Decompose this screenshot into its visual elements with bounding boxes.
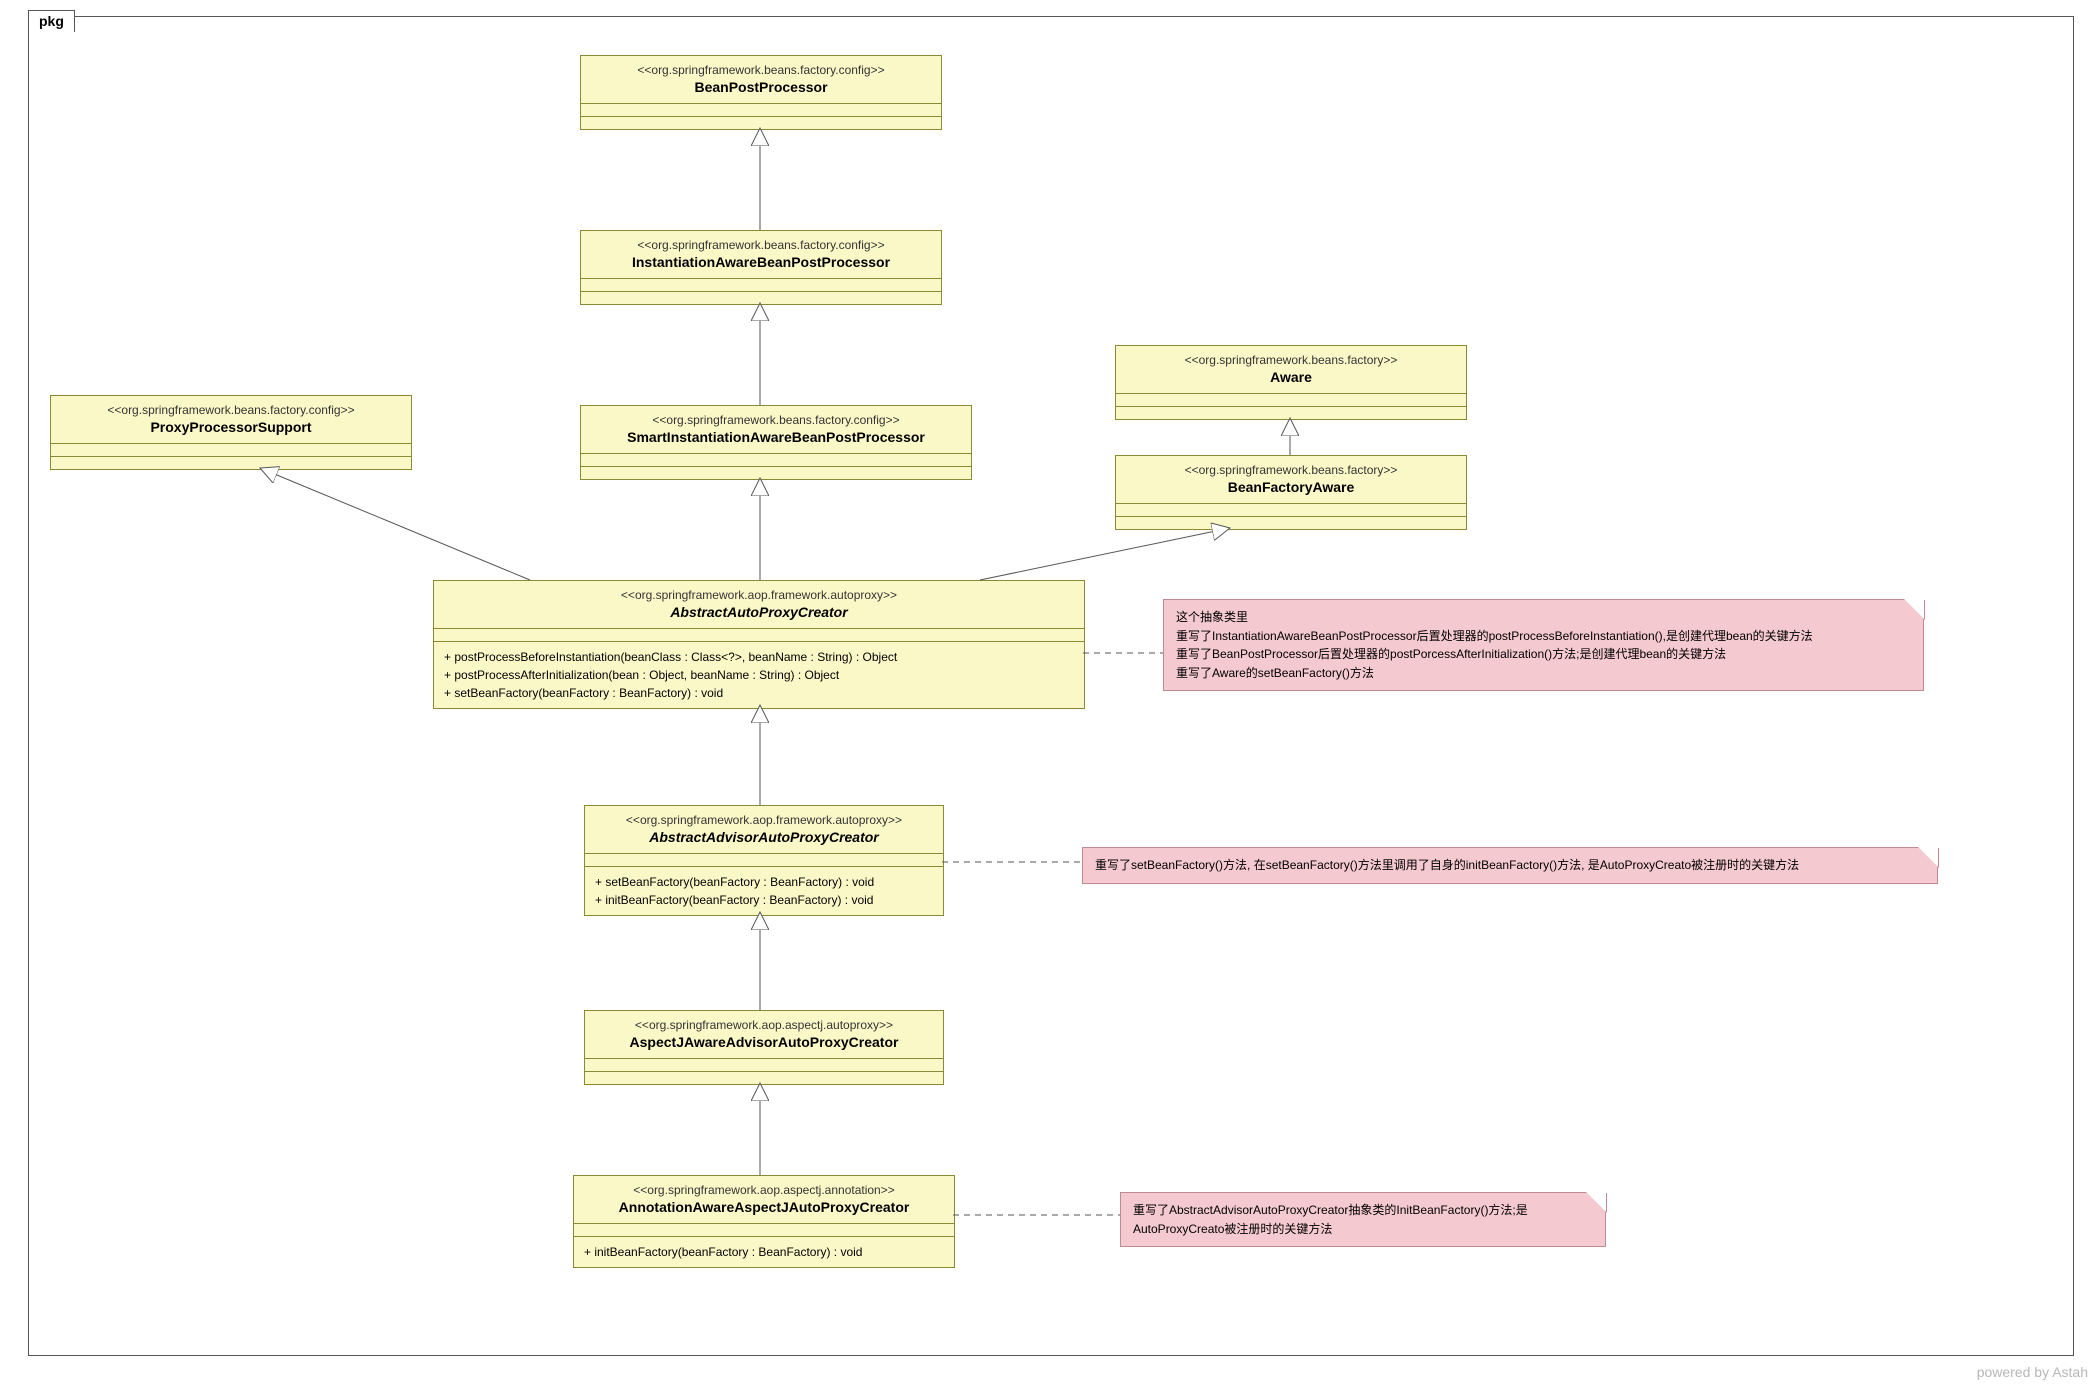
operation: + postProcessAfterInitialization(bean : … xyxy=(444,666,1074,684)
class-name: AnnotationAwareAspectJAutoProxyCreator xyxy=(584,1198,944,1217)
note-annotation-aware-aspectj: 重写了AbstractAdvisorAutoProxyCreator抽象类的In… xyxy=(1120,1192,1606,1247)
op-compartment xyxy=(581,292,941,304)
class-header: <<org.springframework.aop.aspectj.autopr… xyxy=(585,1011,943,1059)
class-header: <<org.springframework.beans.factory.conf… xyxy=(581,56,941,104)
class-name: BeanPostProcessor xyxy=(591,78,931,97)
watermark-text: powered by Astah xyxy=(1977,1364,2088,1380)
class-name: SmartInstantiationAwareBeanPostProcessor xyxy=(591,428,961,447)
class-aware: <<org.springframework.beans.factory>> Aw… xyxy=(1115,345,1467,420)
class-instantiation-aware-bpp: <<org.springframework.beans.factory.conf… xyxy=(580,230,942,305)
class-name: ProxyProcessorSupport xyxy=(61,418,401,437)
stereotype: <<org.springframework.aop.aspectj.annota… xyxy=(584,1182,944,1198)
stereotype: <<org.springframework.aop.framework.auto… xyxy=(595,812,933,828)
note-line: 重写了Aware的setBeanFactory()方法 xyxy=(1176,664,1911,683)
attr-compartment xyxy=(581,279,941,292)
attr-compartment xyxy=(585,854,943,867)
attr-compartment xyxy=(581,104,941,117)
attr-compartment xyxy=(51,444,411,457)
note-text: 重写了AbstractAdvisorAutoProxyCreator抽象类的In… xyxy=(1133,1203,1528,1236)
note-line: 重写了BeanPostProcessor后置处理器的postPorcessAft… xyxy=(1176,645,1911,664)
note-line: 重写了InstantiationAwareBeanPostProcessor后置… xyxy=(1176,627,1911,646)
class-header: <<org.springframework.beans.factory.conf… xyxy=(581,406,971,454)
attr-compartment xyxy=(1116,504,1466,517)
op-compartment xyxy=(51,457,411,469)
operation: + setBeanFactory(beanFactory : BeanFacto… xyxy=(595,873,933,891)
op-compartment: + setBeanFactory(beanFactory : BeanFacto… xyxy=(585,867,943,915)
op-compartment xyxy=(1116,517,1466,529)
class-header: <<org.springframework.beans.factory.conf… xyxy=(51,396,411,444)
stereotype: <<org.springframework.aop.aspectj.autopr… xyxy=(595,1017,933,1033)
note-abstract-advisor-auto-proxy-creator: 重写了setBeanFactory()方法, 在setBeanFactory()… xyxy=(1082,847,1938,884)
class-header: <<org.springframework.aop.framework.auto… xyxy=(585,806,943,854)
stereotype: <<org.springframework.beans.factory.conf… xyxy=(591,62,931,78)
class-name: BeanFactoryAware xyxy=(1126,478,1456,497)
note-text: 重写了setBeanFactory()方法, 在setBeanFactory()… xyxy=(1095,858,1799,872)
stereotype: <<org.springframework.beans.factory.conf… xyxy=(591,412,961,428)
class-name: AbstractAutoProxyCreator xyxy=(444,603,1074,622)
class-abstract-advisor-auto-proxy-creator: <<org.springframework.aop.framework.auto… xyxy=(584,805,944,916)
attr-compartment xyxy=(434,629,1084,642)
class-proxy-processor-support: <<org.springframework.beans.factory.conf… xyxy=(50,395,412,470)
diagram-canvas: pkg <<org.springframework.beans.factory.… xyxy=(0,0,2100,1386)
class-name: Aware xyxy=(1126,368,1456,387)
stereotype: <<org.springframework.beans.factory>> xyxy=(1126,462,1456,478)
operation: + initBeanFactory(beanFactory : BeanFact… xyxy=(595,891,933,909)
class-header: <<org.springframework.beans.factory>> Aw… xyxy=(1116,346,1466,394)
class-bean-post-processor: <<org.springframework.beans.factory.conf… xyxy=(580,55,942,130)
operation: + initBeanFactory(beanFactory : BeanFact… xyxy=(584,1243,944,1261)
op-compartment: + initBeanFactory(beanFactory : BeanFact… xyxy=(574,1237,954,1267)
op-compartment xyxy=(1116,407,1466,419)
attr-compartment xyxy=(581,454,971,467)
operation: + postProcessBeforeInstantiation(beanCla… xyxy=(444,648,1074,666)
watermark: powered by Astah xyxy=(1977,1364,2088,1380)
pkg-tab: pkg xyxy=(28,10,75,32)
attr-compartment xyxy=(574,1224,954,1237)
class-bean-factory-aware: <<org.springframework.beans.factory>> Be… xyxy=(1115,455,1467,530)
class-abstract-auto-proxy-creator: <<org.springframework.aop.framework.auto… xyxy=(433,580,1085,709)
class-header: <<org.springframework.aop.aspectj.annota… xyxy=(574,1176,954,1224)
class-header: <<org.springframework.beans.factory>> Be… xyxy=(1116,456,1466,504)
class-name: AspectJAwareAdvisorAutoProxyCreator xyxy=(595,1033,933,1052)
class-annotation-aware-aspectj-auto-proxy-creator: <<org.springframework.aop.aspectj.annota… xyxy=(573,1175,955,1268)
op-compartment xyxy=(585,1072,943,1084)
attr-compartment xyxy=(585,1059,943,1072)
op-compartment: + postProcessBeforeInstantiation(beanCla… xyxy=(434,642,1084,708)
stereotype: <<org.springframework.beans.factory.conf… xyxy=(61,402,401,418)
note-abstract-auto-proxy-creator: 这个抽象类里 重写了InstantiationAwareBeanPostProc… xyxy=(1163,599,1924,691)
pkg-label: pkg xyxy=(39,13,64,29)
class-aspectj-aware-advisor-auto-proxy-creator: <<org.springframework.aop.aspectj.autopr… xyxy=(584,1010,944,1085)
stereotype: <<org.springframework.beans.factory.conf… xyxy=(591,237,931,253)
class-name: InstantiationAwareBeanPostProcessor xyxy=(591,253,931,272)
note-line: 这个抽象类里 xyxy=(1176,608,1911,627)
class-smart-instantiation-aware-bpp: <<org.springframework.beans.factory.conf… xyxy=(580,405,972,480)
op-compartment xyxy=(581,117,941,129)
op-compartment xyxy=(581,467,971,479)
class-name: AbstractAdvisorAutoProxyCreator xyxy=(595,828,933,847)
operation: + setBeanFactory(beanFactory : BeanFacto… xyxy=(444,684,1074,702)
class-header: <<org.springframework.aop.framework.auto… xyxy=(434,581,1084,629)
class-header: <<org.springframework.beans.factory.conf… xyxy=(581,231,941,279)
stereotype: <<org.springframework.aop.framework.auto… xyxy=(444,587,1074,603)
stereotype: <<org.springframework.beans.factory>> xyxy=(1126,352,1456,368)
attr-compartment xyxy=(1116,394,1466,407)
